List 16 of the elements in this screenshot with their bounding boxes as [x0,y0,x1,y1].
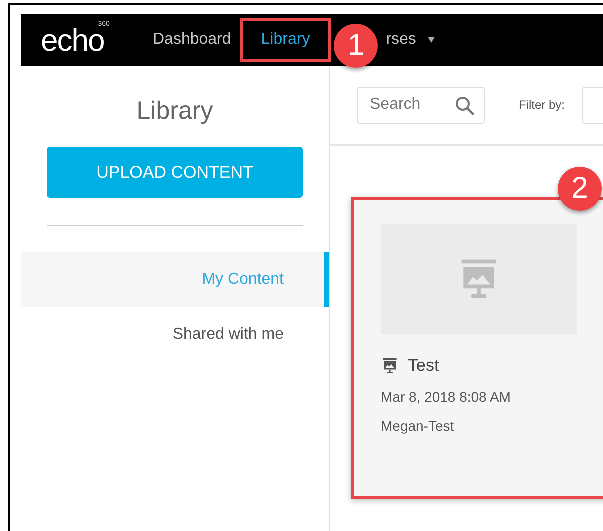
sidebar-item[interactable]: Shared with me [21,307,329,362]
presentation-icon [381,357,399,375]
card-date: Mar 8, 2018 8:08 AM [381,389,512,405]
search-icon [455,96,475,116]
card-title: Test [408,356,440,376]
content-card[interactable]: Test Mar 8, 2018 8:08 AM Megan-Test [351,197,603,499]
nav-link[interactable]: Library [240,18,332,62]
nav-link[interactable]: Dashboard [150,18,234,62]
logo: echo [41,24,104,56]
sidebar-title: Library [136,97,214,126]
callout-number: 1 [334,24,378,68]
nav-link[interactable]: rses [383,18,420,62]
card-owner: Megan-Test [381,418,456,434]
callout-number: 2 [558,167,602,211]
search-field[interactable]: Search [357,86,485,124]
filter-label: Filter by: [519,98,566,112]
